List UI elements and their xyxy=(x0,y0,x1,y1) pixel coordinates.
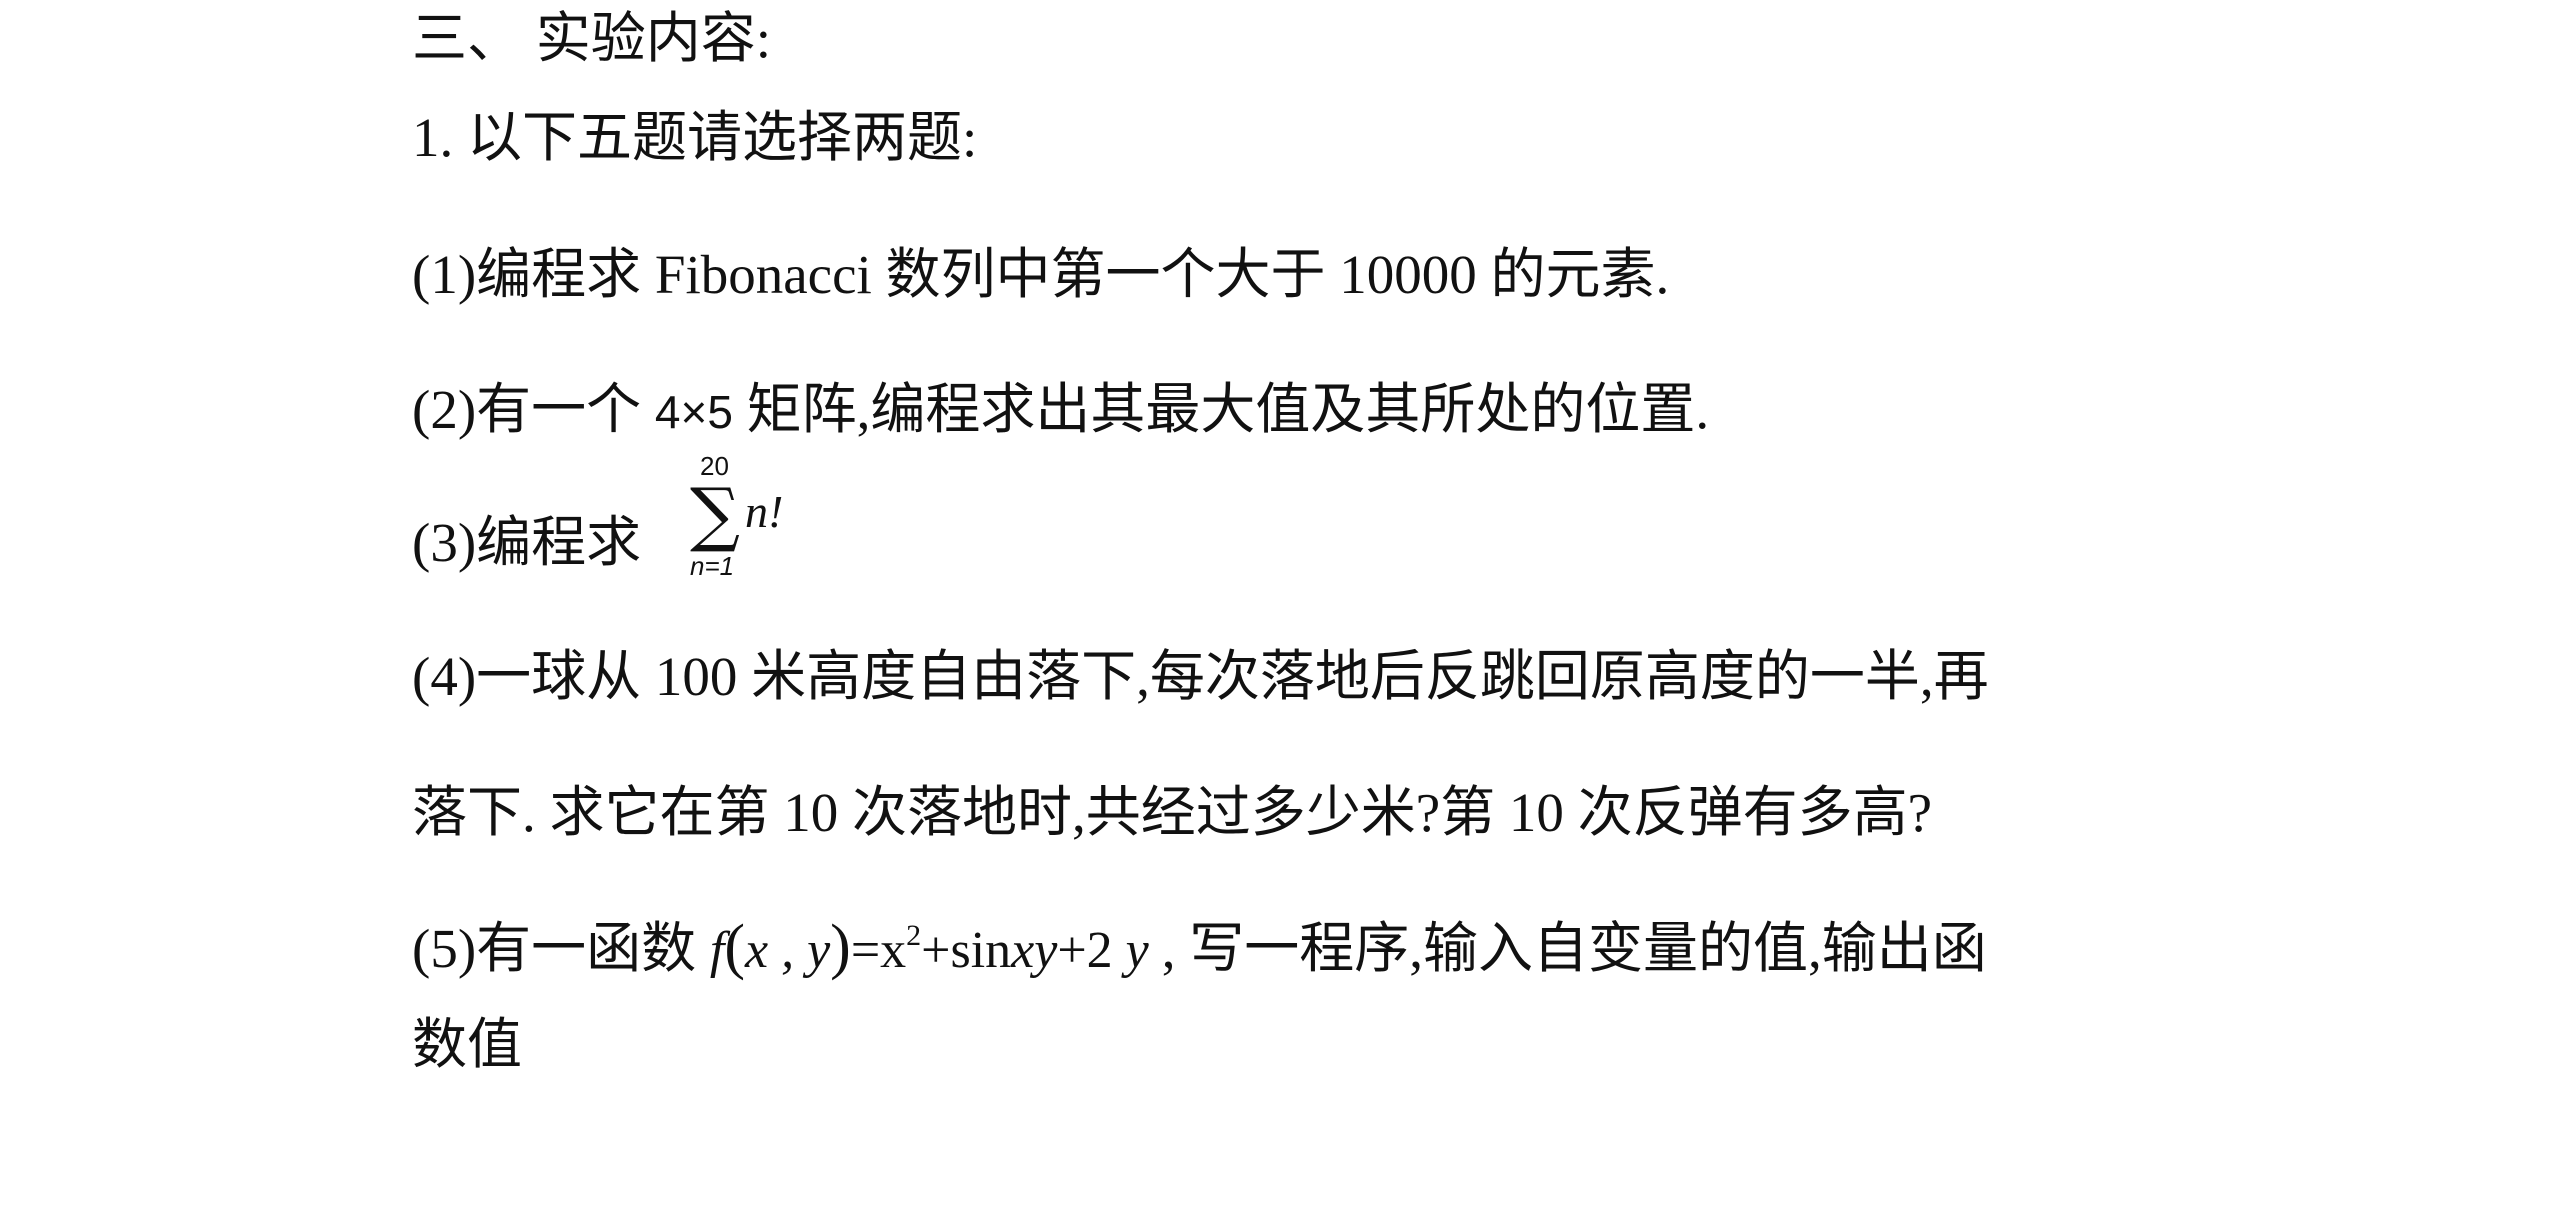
task-item-3-prefix: (3)编程求 xyxy=(412,512,642,573)
function-formula: f(x , y)=x2+sinxy+2 y xyxy=(709,913,1149,981)
task-item-5-line2: 数值 xyxy=(412,1014,523,1075)
task-item-2: (2)有一个 4×5 矩阵,编程求出其最大值及其所处的位置. xyxy=(412,377,1709,445)
task-item-2-suffix: 矩阵,编程求出其最大值及其所处的位置. xyxy=(746,379,1710,440)
task-item-3: (3)编程求 xyxy=(412,510,641,576)
section-heading: 三、 实验内容: xyxy=(412,8,772,69)
formula-rhs-b: +sin xyxy=(921,922,1012,979)
summation-formula: 20 ∑ n! n=1 xyxy=(690,452,790,592)
document-page: 三、 实验内容: 1. 以下五题请选择两题: (1)编程求 Fibonacci … xyxy=(0,0,2560,1211)
formula-args: x , y xyxy=(745,922,831,979)
task-item-5-line1: (5)有一函数 f(x , y)=x2+sinxy+2 y , 写一程序,输入自… xyxy=(412,914,1987,984)
task-intro: 1. 以下五题请选择两题: xyxy=(412,107,978,168)
formula-rhs-a: =x xyxy=(850,922,907,979)
formula-exponent: 2 xyxy=(906,919,922,952)
sum-lower-limit: n=1 xyxy=(690,551,735,581)
formula-xy: xy xyxy=(1011,922,1058,979)
matrix-size: 4×5 xyxy=(654,386,733,438)
task-item-5-suffix: , 写一程序,输入自变量的值,输出函 xyxy=(1161,918,1987,979)
task-item-1: (1)编程求 Fibonacci 数列中第一个大于 10000 的元素. xyxy=(412,244,1670,305)
sigma-symbol: ∑ xyxy=(690,473,740,555)
formula-f: f xyxy=(709,922,725,979)
task-item-2-prefix: (2)有一个 xyxy=(412,379,655,440)
task-item-4-line1: (4)一球从 100 米高度自由落下,每次落地后反跳回原高度的一半,再 xyxy=(412,646,1989,707)
formula-rhs-c: +2 xyxy=(1057,922,1126,979)
sum-body: n! xyxy=(745,486,784,537)
task-item-5-prefix: (5)有一函数 xyxy=(412,918,710,979)
formula-y: y xyxy=(1125,922,1149,979)
task-item-4-line2: 落下. 求它在第 10 次落地时,共经过多少米?第 10 次反弹有多高? xyxy=(412,782,1933,843)
